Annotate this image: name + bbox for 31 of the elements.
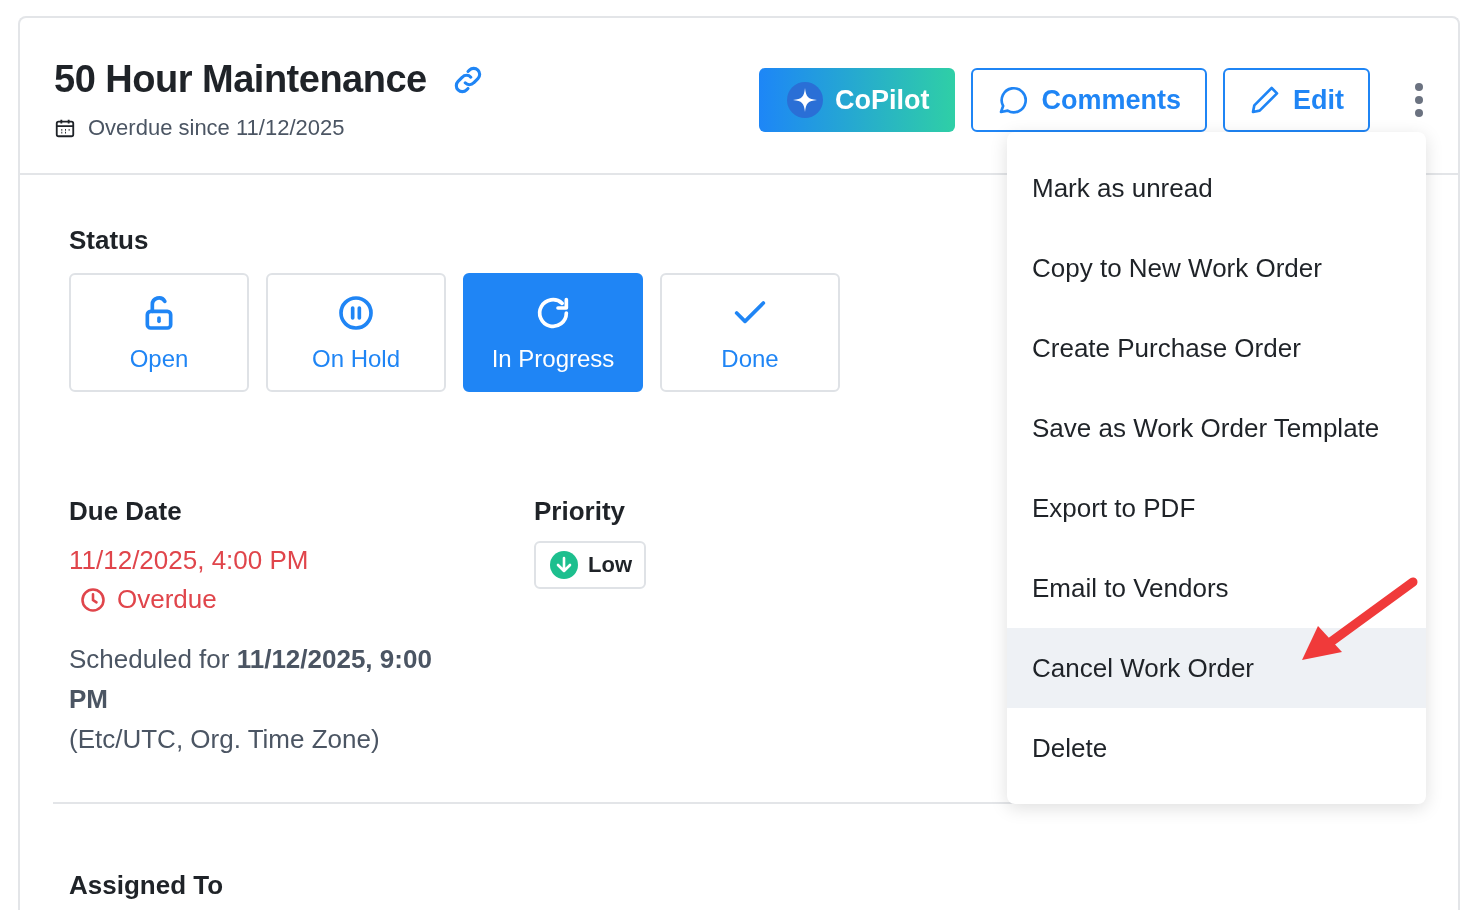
overdue-text: Overdue	[117, 584, 217, 615]
comments-button[interactable]: Comments	[971, 68, 1207, 132]
priority-badge: Low	[534, 541, 646, 589]
calendar-icon	[54, 117, 76, 139]
status-label: Status	[69, 225, 150, 256]
edit-button[interactable]: Edit	[1223, 68, 1370, 132]
menu-item[interactable]: Export to PDF	[1007, 468, 1426, 548]
scheduled-text: Scheduled for 11/12/2025, 9:00 PM	[69, 643, 433, 716]
menu-item[interactable]: Mark as unread	[1007, 148, 1426, 228]
menu-item[interactable]: Email to Vendors	[1007, 548, 1426, 628]
assigned-to-label: Assigned To	[69, 870, 225, 901]
timezone-text: (Etc/UTC, Org. Time Zone)	[69, 723, 380, 756]
overdue-since-text: Overdue since 11/12/2025	[88, 115, 345, 141]
status-button[interactable]: Open	[69, 273, 249, 392]
status-button[interactable]: In Progress	[463, 273, 643, 392]
priority-label: Priority	[534, 496, 626, 527]
sparkle-icon	[786, 82, 823, 118]
menu-item[interactable]: Copy to New Work Order	[1007, 228, 1426, 308]
pencil-icon	[1249, 84, 1281, 116]
more-menu-icon[interactable]	[1414, 82, 1424, 118]
status-button[interactable]: On Hold	[266, 273, 446, 392]
clock-icon	[79, 585, 107, 614]
due-date-value: 11/12/2025, 4:00 PM	[69, 545, 309, 576]
status-button[interactable]: Done	[660, 273, 840, 392]
menu-item[interactable]: Delete	[1007, 708, 1426, 788]
due-date-label: Due Date	[69, 496, 182, 527]
menu-item[interactable]: Create Purchase Order	[1007, 308, 1426, 388]
work-order-title: 50 Hour Maintenance	[54, 58, 427, 101]
menu-item[interactable]: Save as Work Order Template	[1007, 388, 1426, 468]
speech-bubble-icon	[997, 84, 1030, 116]
menu-item[interactable]: Cancel Work Order	[1007, 628, 1426, 708]
